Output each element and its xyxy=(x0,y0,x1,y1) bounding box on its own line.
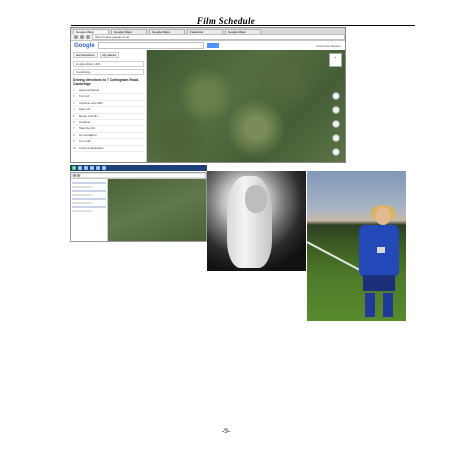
taskbar-app-icon[interactable] xyxy=(96,166,100,170)
maps-screenshot-main: Google Maps Google Maps Google Maps Face… xyxy=(70,27,346,163)
list-item[interactable] xyxy=(72,206,106,208)
photos-icon[interactable] xyxy=(332,148,340,156)
list-item[interactable] xyxy=(72,182,106,184)
list-item[interactable] xyxy=(72,190,106,192)
google-logo: Google xyxy=(74,42,95,49)
forward-icon[interactable] xyxy=(80,35,84,39)
pegman-icon[interactable] xyxy=(332,92,340,100)
map-layer-icon[interactable] xyxy=(332,106,340,114)
reload-icon[interactable] xyxy=(86,35,90,39)
satellite-map[interactable]: + xyxy=(147,50,345,162)
from-field[interactable]: Huddersfield, HD1 xyxy=(73,61,144,67)
taskbar-app-icon[interactable] xyxy=(90,166,94,170)
list-item[interactable] xyxy=(72,198,106,200)
direction-step[interactable]: 10 Arrive at destination xyxy=(73,146,144,153)
search-input[interactable] xyxy=(97,42,204,49)
address-bar: https://maps.google.co.uk xyxy=(71,34,345,41)
list-item[interactable] xyxy=(72,202,93,204)
directions-panel: Get directions My places Huddersfield, H… xyxy=(71,50,147,162)
windows-taskbar xyxy=(70,165,207,171)
zoom-control[interactable]: + xyxy=(329,53,342,67)
directions-panel xyxy=(71,179,108,241)
page-number: -9- xyxy=(221,427,231,435)
taskbar-app-icon[interactable] xyxy=(78,166,82,170)
user-name[interactable]: Christophe Beaton xyxy=(316,44,341,48)
taskbar-app-icon[interactable] xyxy=(102,166,106,170)
list-item[interactable] xyxy=(72,194,93,196)
list-item[interactable] xyxy=(72,186,93,188)
satellite-map[interactable] xyxy=(108,179,206,241)
portrait-photo xyxy=(207,171,306,271)
tab-get-directions[interactable]: Get directions xyxy=(73,52,98,58)
route-heading: Driving directions to 7 Cottingham Road,… xyxy=(73,78,139,86)
back-icon[interactable] xyxy=(74,35,78,39)
forward-icon[interactable] xyxy=(77,174,80,177)
header-rule xyxy=(71,25,415,26)
traffic-icon[interactable] xyxy=(332,120,340,128)
weather-icon[interactable] xyxy=(332,134,340,142)
list-item[interactable] xyxy=(72,210,93,212)
tab-my-places[interactable]: My places xyxy=(99,52,120,58)
url-field[interactable]: https://maps.google.co.uk xyxy=(92,34,345,40)
back-icon[interactable] xyxy=(73,174,76,177)
search-button[interactable] xyxy=(206,43,219,48)
taskbar-app-icon[interactable] xyxy=(84,166,88,170)
start-button-icon[interactable] xyxy=(72,166,76,170)
to-field[interactable]: Cambridge xyxy=(73,69,144,75)
maps-screenshot-small xyxy=(70,172,207,242)
football-player-photo xyxy=(307,171,406,321)
url-field[interactable] xyxy=(81,174,204,177)
